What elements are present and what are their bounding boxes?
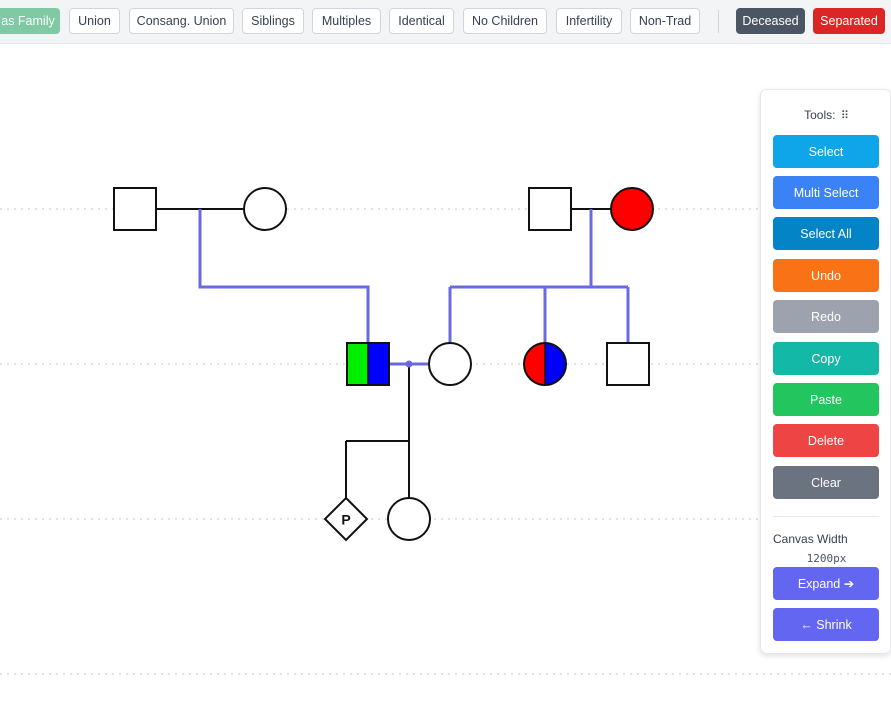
tools-title-label: Tools: bbox=[804, 108, 836, 122]
clear-button[interactable]: Clear bbox=[773, 466, 879, 499]
paste-button[interactable]: Paste bbox=[773, 383, 879, 416]
female-symbol-gen2-spouse[interactable] bbox=[428, 342, 472, 386]
male-symbol-gen2-sibling[interactable] bbox=[606, 342, 650, 386]
pedigree-svg: P bbox=[0, 187, 891, 675]
left-family-descent-line[interactable] bbox=[198, 209, 370, 343]
affected-male-symbol-gen2[interactable] bbox=[346, 342, 390, 386]
redo-button[interactable]: Redo bbox=[773, 300, 879, 333]
select-all-button[interactable]: Select All bbox=[773, 217, 879, 250]
pedigree-canvas[interactable]: P bbox=[0, 45, 891, 708]
grip-dots-icon[interactable]: ⠿ bbox=[841, 110, 849, 122]
diamond-label: P bbox=[341, 512, 350, 528]
affected-female-symbol-gen2-sibling[interactable] bbox=[523, 342, 567, 386]
female-symbol-gen1-left[interactable] bbox=[243, 187, 287, 231]
top-toolbar: as Family Union Consang. Union Siblings … bbox=[0, 0, 891, 44]
pregnancy-diamond-symbol[interactable]: P bbox=[323, 496, 369, 542]
male-symbol-gen1-left[interactable] bbox=[113, 187, 157, 231]
affected-female-symbol-gen1-right[interactable] bbox=[610, 187, 654, 231]
siblings-button[interactable]: Siblings bbox=[242, 8, 304, 34]
select-button[interactable]: Select bbox=[773, 135, 879, 168]
shrink-button[interactable]: ← Shrink bbox=[773, 608, 879, 641]
canvas-width-value: 1200px bbox=[806, 552, 847, 565]
canvas-width-label: Canvas Width bbox=[773, 532, 848, 546]
male-symbol-gen1-right[interactable] bbox=[528, 187, 572, 231]
deceased-button[interactable]: Deceased bbox=[736, 8, 805, 34]
infertility-button[interactable]: Infertility bbox=[556, 8, 622, 34]
tools-panel: Tools: ⠿ Select Multi Select Select All … bbox=[760, 89, 891, 654]
copy-button[interactable]: Copy bbox=[773, 342, 879, 375]
as-family-button[interactable]: as Family bbox=[0, 8, 60, 34]
multiples-button[interactable]: Multiples bbox=[312, 8, 381, 34]
tools-title[interactable]: Tools: ⠿ bbox=[761, 108, 891, 122]
identical-button[interactable]: Identical bbox=[389, 8, 454, 34]
union-node[interactable] bbox=[405, 360, 413, 368]
undo-button[interactable]: Undo bbox=[773, 259, 879, 292]
no-children-button[interactable]: No Children bbox=[463, 8, 547, 34]
consang-union-button[interactable]: Consang. Union bbox=[129, 8, 234, 34]
panel-divider bbox=[773, 516, 879, 517]
delete-button[interactable]: Delete bbox=[773, 424, 879, 457]
female-symbol-gen3[interactable] bbox=[387, 497, 431, 541]
non-trad-button[interactable]: Non-Trad bbox=[630, 8, 700, 34]
multi-select-button[interactable]: Multi Select bbox=[773, 176, 879, 209]
union-button[interactable]: Union bbox=[69, 8, 120, 34]
toolbar-divider bbox=[718, 10, 719, 33]
blue-lines bbox=[198, 209, 630, 366]
generation-guides bbox=[0, 208, 891, 675]
expand-button[interactable]: Expand ➔ bbox=[773, 567, 879, 600]
separated-button[interactable]: Separated bbox=[813, 8, 885, 34]
